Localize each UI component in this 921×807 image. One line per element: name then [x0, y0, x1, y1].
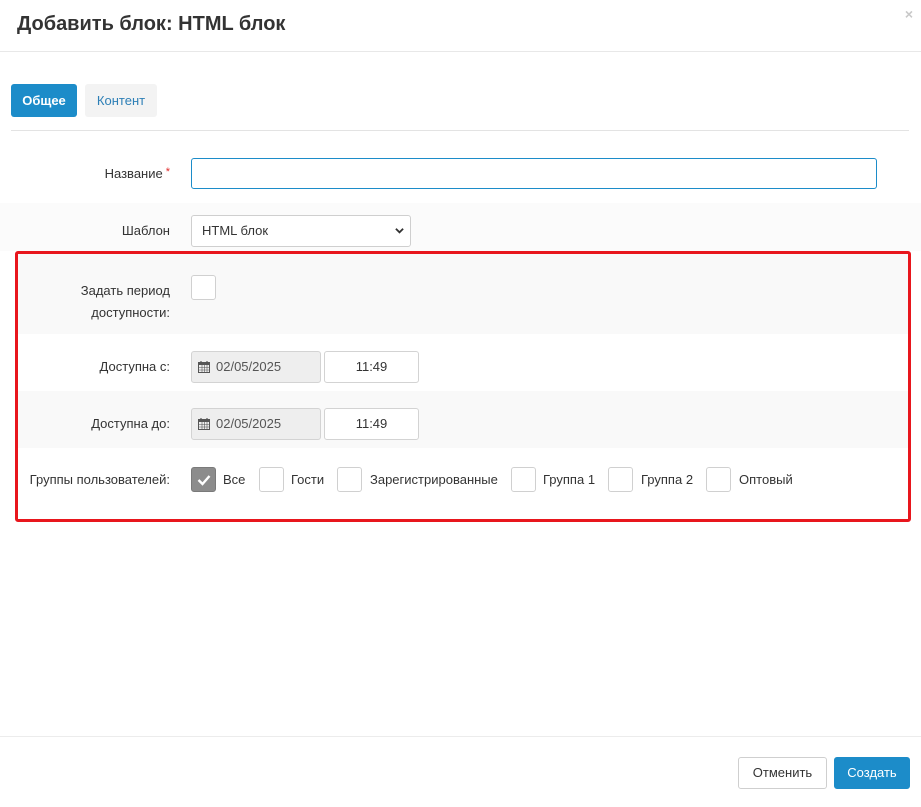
required-mark: * [165, 166, 170, 178]
create-button[interactable]: Создать [834, 757, 910, 789]
name-label-text: Название [104, 166, 163, 181]
tabs-divider [11, 130, 909, 131]
chevron-down-icon [395, 228, 404, 234]
close-icon[interactable]: × [905, 6, 913, 22]
name-label: Название * [105, 166, 170, 181]
cancel-button[interactable]: Отменить [738, 757, 827, 789]
tab-content[interactable]: Контент [85, 84, 157, 117]
name-input[interactable] [191, 158, 877, 189]
tab-general[interactable]: Общее [11, 84, 77, 117]
footer-divider [0, 736, 921, 737]
template-select[interactable]: HTML блок [191, 215, 411, 247]
modal-header: Добавить блок: HTML блок × [0, 0, 921, 52]
dialog-title: Добавить блок: HTML блок [17, 13, 286, 35]
highlight-frame [15, 251, 911, 522]
template-select-value: HTML блок [202, 223, 269, 238]
template-label: Шаблон [121, 223, 170, 238]
